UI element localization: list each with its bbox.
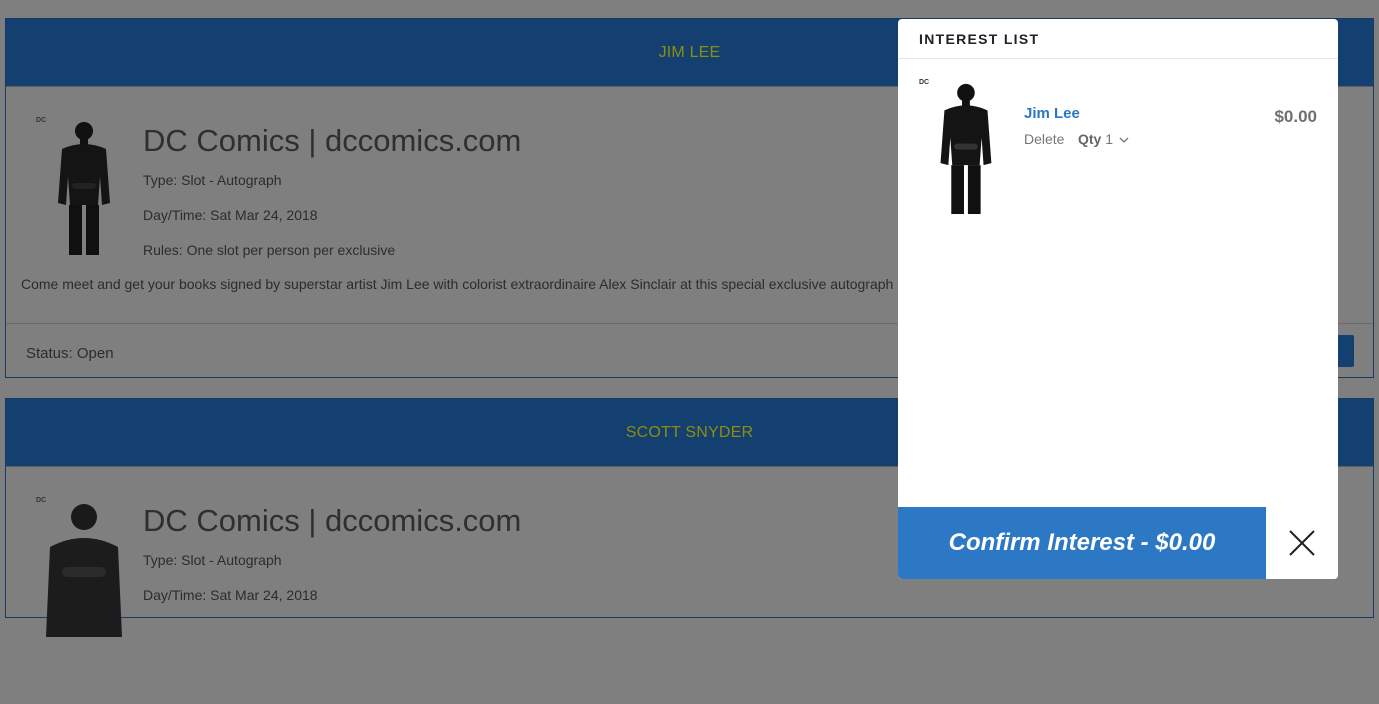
close-icon [1289,530,1315,556]
event-status: Status: Open [26,345,114,362]
dc-logo-mark: DC [919,79,930,86]
artist-name: JIM LEE [658,43,721,61]
person-silhouette-icon [940,83,992,215]
event-description: Come meet and get your books signed by s… [21,276,894,292]
event-type: Type: Slot - Autograph [143,172,282,188]
panel-actions: Confirm Interest - $0.00 [898,507,1338,579]
item-name-link[interactable]: Jim Lee [1024,105,1080,122]
item-photo: DC [919,79,1009,216]
event-day-time: Day/Time: Sat Mar 24, 2018 [143,587,318,603]
chevron-down-icon [1119,137,1129,143]
interest-list-title: INTEREST LIST [898,19,1338,59]
qty-value: 1 [1105,131,1114,147]
close-button[interactable] [1266,507,1338,579]
dc-logo-mark: DC [36,497,47,504]
event-type: Type: Slot - Autograph [143,552,282,568]
confirm-interest-button[interactable]: Confirm Interest - $0.00 [898,507,1266,579]
vendor-title: DC Comics | dccomics.com [143,123,522,158]
qty-selector[interactable]: Qty 1 [1078,131,1129,147]
person-silhouette-icon [58,122,110,255]
interest-list-panel: INTEREST LIST DC Jim Lee Delete Qty 1 $0… [898,19,1338,579]
artist-photo: DC [36,497,128,637]
event-rules: Rules: One slot per person per exclusive [143,242,396,258]
event-day-time: Day/Time: Sat Mar 24, 2018 [143,207,318,223]
dc-logo-mark: DC [36,117,47,124]
item-price: $0.00 [1274,107,1317,126]
person-silhouette-icon [46,504,122,637]
interest-list-item: DC Jim Lee Delete Qty 1 $0.00 [898,59,1338,219]
qty-label: Qty [1078,131,1102,147]
artist-name: SCOTT SNYDER [625,423,754,441]
artist-photo: DC [36,117,128,257]
delete-link[interactable]: Delete [1024,131,1064,147]
vendor-title: DC Comics | dccomics.com [143,503,522,538]
